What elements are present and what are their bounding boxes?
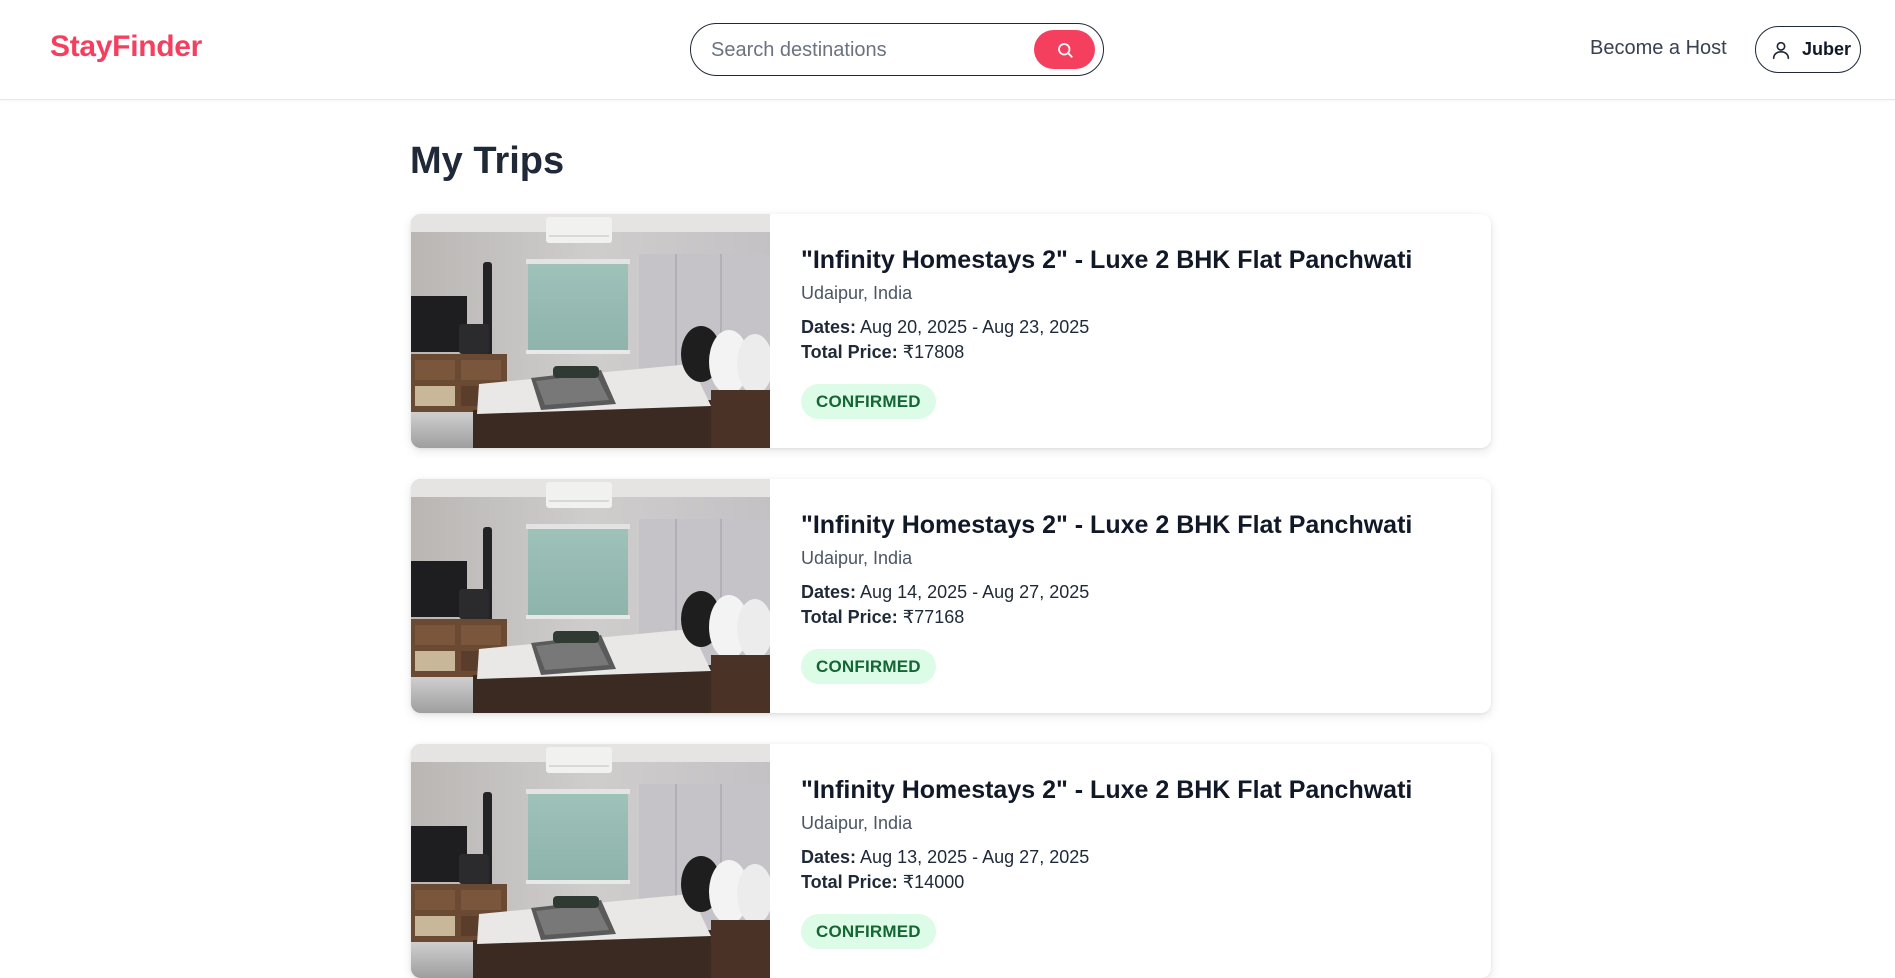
search-bar xyxy=(690,23,1104,76)
trip-title[interactable]: "Infinity Homestays 2" - Luxe 2 BHK Flat… xyxy=(801,511,1412,540)
trip-info: "Infinity Homestays 2" - Luxe 2 BHK Flat… xyxy=(801,479,1481,713)
dates-value: Aug 13, 2025 - Aug 27, 2025 xyxy=(860,847,1090,867)
search-input[interactable] xyxy=(711,36,1011,64)
status-badge: CONFIRMED xyxy=(801,914,936,949)
total-price-value: ₹77168 xyxy=(902,607,965,627)
page-title: My Trips xyxy=(410,140,565,182)
user-name: Juber xyxy=(1802,39,1852,59)
dates-value: Aug 14, 2025 - Aug 27, 2025 xyxy=(860,582,1090,602)
total-price-value: ₹14000 xyxy=(902,872,965,892)
trip-price: Total Price: ₹17808 xyxy=(801,342,964,363)
total-price-label: Total Price: xyxy=(801,607,898,627)
trip-dates: Dates: Aug 20, 2025 - Aug 23, 2025 xyxy=(801,317,1089,338)
total-price-label: Total Price: xyxy=(801,872,898,892)
trip-location: Udaipur, India xyxy=(801,813,913,833)
trip-title[interactable]: "Infinity Homestays 2" - Luxe 2 BHK Flat… xyxy=(801,246,1412,275)
trip-image xyxy=(411,479,770,713)
become-host-link[interactable]: Become a Host xyxy=(1590,37,1727,60)
trip-card[interactable]: "Infinity Homestays 2" - Luxe 2 BHK Flat… xyxy=(411,479,1491,713)
user-icon xyxy=(1772,41,1790,59)
trip-image xyxy=(411,214,770,448)
trip-card[interactable]: "Infinity Homestays 2" - Luxe 2 BHK Flat… xyxy=(411,214,1491,448)
dates-label: Dates: xyxy=(801,847,857,867)
trip-price: Total Price: ₹77168 xyxy=(801,607,964,628)
trip-info: "Infinity Homestays 2" - Luxe 2 BHK Flat… xyxy=(801,214,1481,448)
total-price-value: ₹17808 xyxy=(902,342,965,362)
search-icon xyxy=(1057,42,1073,58)
status-badge: CONFIRMED xyxy=(801,384,936,419)
logo[interactable]: StayFinder xyxy=(50,30,202,64)
trip-location: Udaipur, India xyxy=(801,548,913,568)
top-navbar: StayFinder Become a Host Juber xyxy=(0,0,1895,100)
trip-location: Udaipur, India xyxy=(801,283,913,303)
trip-price: Total Price: ₹14000 xyxy=(801,872,964,893)
trip-info: "Infinity Homestays 2" - Luxe 2 BHK Flat… xyxy=(801,744,1481,978)
search-button[interactable] xyxy=(1034,30,1095,69)
dates-label: Dates: xyxy=(801,582,857,602)
trip-image xyxy=(411,744,770,978)
trip-dates: Dates: Aug 14, 2025 - Aug 27, 2025 xyxy=(801,582,1089,603)
user-menu-button[interactable]: Juber xyxy=(1755,26,1861,73)
dates-label: Dates: xyxy=(801,317,857,337)
status-badge: CONFIRMED xyxy=(801,649,936,684)
trip-dates: Dates: Aug 13, 2025 - Aug 27, 2025 xyxy=(801,847,1089,868)
dates-value: Aug 20, 2025 - Aug 23, 2025 xyxy=(860,317,1090,337)
trip-title[interactable]: "Infinity Homestays 2" - Luxe 2 BHK Flat… xyxy=(801,776,1412,805)
trip-card[interactable]: "Infinity Homestays 2" - Luxe 2 BHK Flat… xyxy=(411,744,1491,978)
total-price-label: Total Price: xyxy=(801,342,898,362)
